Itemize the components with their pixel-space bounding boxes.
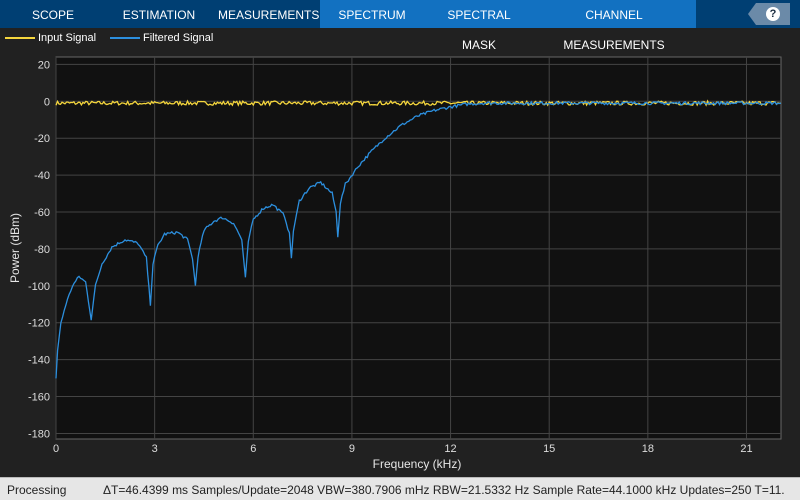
tab-measurements[interactable]: MEASUREMENTS — [218, 0, 319, 28]
y-axis-label: Power (dBm) — [8, 213, 22, 283]
x-tick-label: 3 — [152, 443, 158, 455]
y-tick-label: -60 — [34, 207, 50, 219]
legend-item-input-signal[interactable]: Input Signal — [5, 32, 96, 44]
toolstrip-tabs: SCOPE ESTIMATION MEASUREMENTS SPECTRUM S… — [0, 0, 800, 52]
y-tick-label: -140 — [28, 355, 50, 367]
x-tick-label: 0 — [53, 443, 59, 455]
legend: Input Signal Filtered Signal — [0, 28, 800, 48]
y-tick-label: -120 — [28, 318, 50, 330]
tab-channel-measurements[interactable]: CHANNEL MEASUREMENTS — [538, 0, 690, 52]
x-tick-label: 21 — [740, 443, 752, 455]
tab-spectral-mask[interactable]: SPECTRAL MASK — [430, 0, 528, 52]
x-tick-label: 15 — [543, 443, 555, 455]
help-button[interactable]: ? — [748, 3, 790, 25]
y-tick-label: -160 — [28, 392, 50, 404]
legend-item-filtered-signal[interactable]: Filtered Signal — [110, 32, 213, 44]
y-tick-label: -40 — [34, 170, 50, 182]
x-tick-label: 6 — [250, 443, 256, 455]
spectrum-plot: 0 3 6 9 12 15 18 21 20 0 -20 -40 -60 -80 -100 -120 -140 -… — [8, 56, 782, 471]
grid — [55, 56, 782, 440]
x-axis-label: Frequency (kHz) — [373, 457, 462, 471]
tab-estimation[interactable]: ESTIMATION — [122, 0, 196, 28]
y-tick-label: -100 — [28, 281, 50, 293]
y-tick-label: 20 — [38, 59, 50, 71]
y-tick-label: -180 — [28, 428, 50, 440]
x-tick-label: 9 — [349, 443, 355, 455]
legend-label: Input Signal — [38, 32, 97, 44]
x-tick-label: 12 — [444, 443, 456, 455]
y-tick-label: 0 — [44, 96, 50, 108]
legend-label: Filtered Signal — [143, 32, 214, 44]
help-icon: ? — [766, 7, 780, 21]
x-tick-label: 18 — [642, 443, 654, 455]
y-tick-label: -80 — [34, 244, 50, 256]
tab-spectrum[interactable]: SPECTRUM — [336, 0, 408, 28]
status-info: ΔT=46.4399 ms Samples/Update=2048 VBW=38… — [103, 483, 785, 497]
plot-area — [55, 56, 782, 440]
status-bar: Processing ΔT=46.4399 ms Samples/Update=… — [0, 477, 800, 500]
tab-scope[interactable]: SCOPE — [20, 0, 86, 28]
y-tick-label: -20 — [34, 133, 50, 145]
input-signal-swatch — [5, 37, 35, 39]
status-state: Processing — [7, 483, 67, 497]
filtered-signal-swatch — [110, 37, 140, 39]
